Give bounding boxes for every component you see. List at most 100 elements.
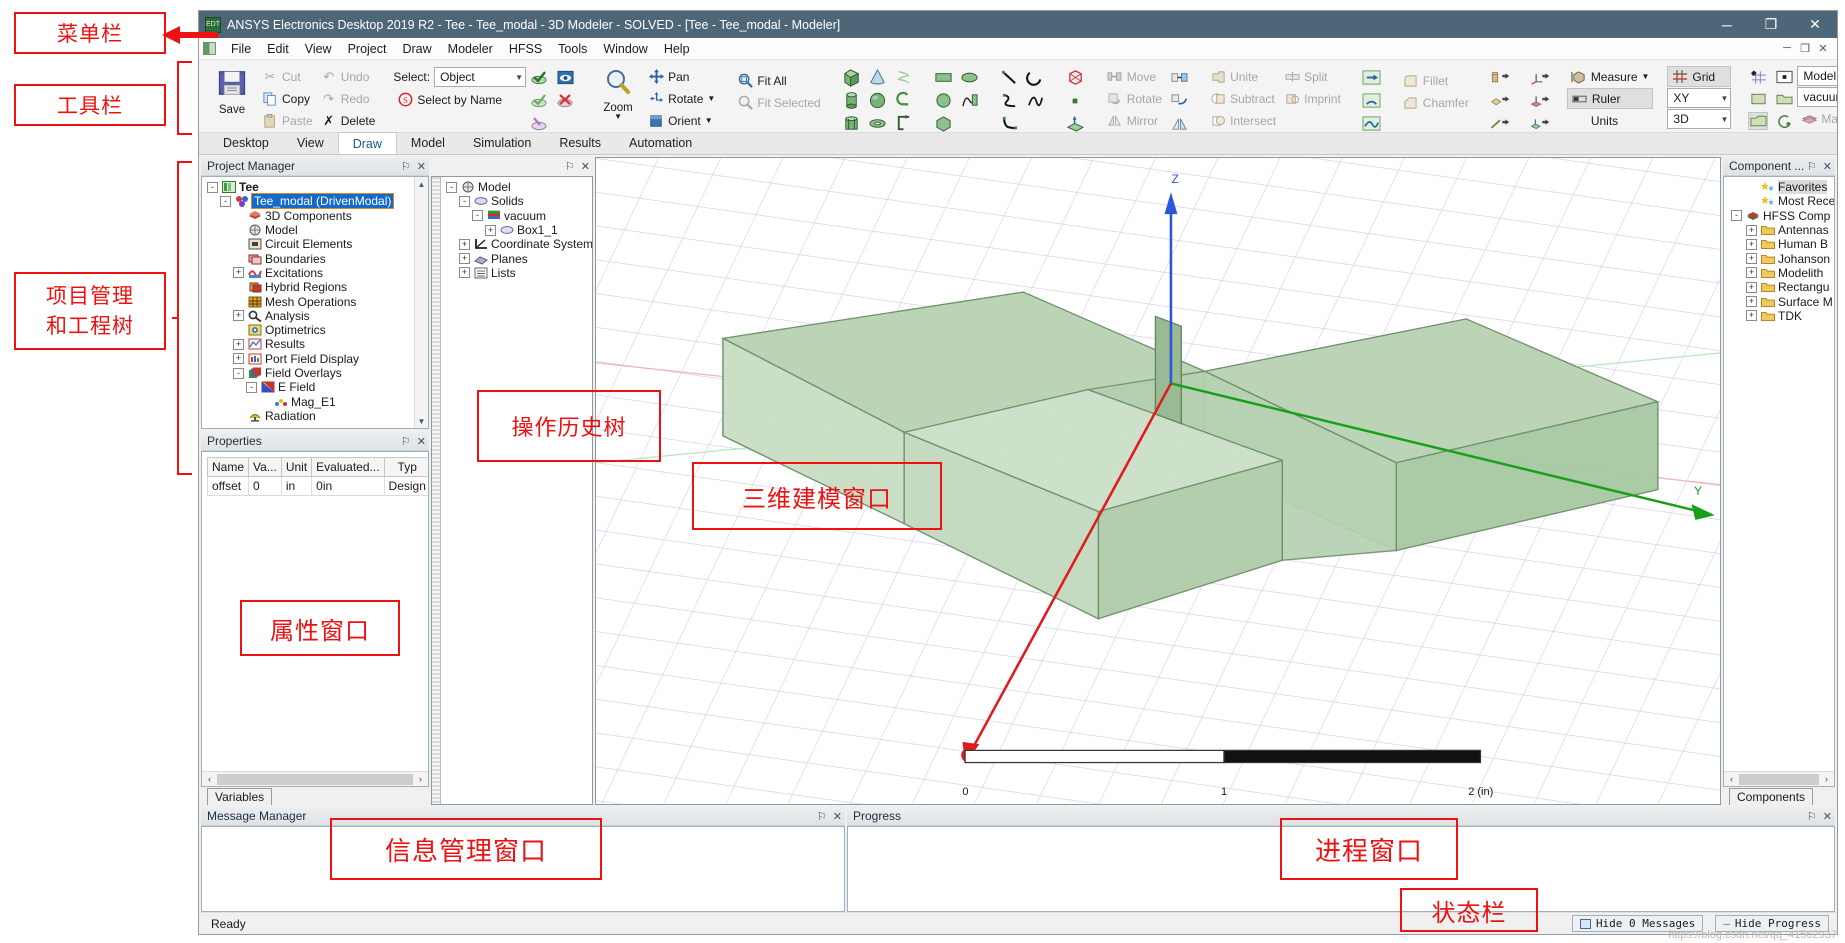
mirror-button[interactable]: Mirror <box>1103 110 1166 131</box>
properties-hscrollbar[interactable]: ‹ › <box>202 771 428 786</box>
collapse-icon[interactable]: - <box>220 196 231 207</box>
spiral-icon[interactable] <box>894 115 914 133</box>
collapse-icon[interactable]: - <box>472 210 483 221</box>
rotate-object-button[interactable]: Rotate <box>1103 88 1166 109</box>
select-mode-combo[interactable]: Object ▼ <box>434 67 526 87</box>
mdi-restore-button[interactable]: ❐ <box>1797 42 1813 55</box>
tree-item-modelith[interactable]: +Modelith <box>1727 266 1834 280</box>
tree-item-human-b[interactable]: +Human B <box>1727 237 1834 251</box>
collapse-icon[interactable]: - <box>446 182 457 193</box>
pin-icon[interactable]: ⚐ <box>401 435 411 448</box>
unite-button[interactable]: Unite <box>1206 66 1280 87</box>
units-button[interactable]: Units <box>1567 110 1654 131</box>
menu-item-edit[interactable]: Edit <box>259 40 297 58</box>
equation-curve-icon[interactable] <box>960 92 980 110</box>
tree-item-coordinate-systems[interactable]: +Coordinate Systems <box>444 237 592 251</box>
sweep-along-vector-icon[interactable] <box>1362 69 1382 87</box>
menu-item-project[interactable]: Project <box>340 40 395 58</box>
menu-item-file[interactable]: File <box>223 40 259 58</box>
pin-icon[interactable]: ⚐ <box>817 810 827 823</box>
thicken-sheet-icon[interactable] <box>1490 69 1510 87</box>
ruler-button[interactable]: Ruler <box>1567 88 1654 109</box>
maximize-button[interactable]: ❐ <box>1749 11 1793 38</box>
show-selection-icon[interactable] <box>555 69 575 87</box>
expand-icon[interactable]: + <box>1746 267 1757 278</box>
close-icon[interactable]: ✕ <box>417 160 426 173</box>
tree-item-analysis[interactable]: +Analysis <box>205 309 428 323</box>
point-dot-icon[interactable] <box>1066 92 1086 110</box>
scroll-right-icon[interactable]: › <box>1820 774 1833 784</box>
chamfer-button[interactable]: Chamfer <box>1399 92 1473 113</box>
regular-polyhedron-icon[interactable] <box>842 115 862 133</box>
point-icon[interactable] <box>1066 69 1086 87</box>
menu-item-draw[interactable]: Draw <box>394 40 439 58</box>
components-hscrollbar[interactable]: ‹ › <box>1724 771 1834 786</box>
rectangle-icon[interactable] <box>934 69 954 87</box>
expand-icon[interactable]: + <box>1746 253 1757 264</box>
sweep-around-axis-icon[interactable] <box>1362 92 1382 110</box>
tab-automation[interactable]: Automation <box>615 132 706 154</box>
fit-selected-button[interactable]: Fit Selected <box>733 92 824 113</box>
pin-icon[interactable]: ⚐ <box>401 160 411 173</box>
model-folder-icon[interactable] <box>1748 112 1768 130</box>
hide-selection-icon[interactable] <box>555 92 575 110</box>
scroll-thumb[interactable] <box>217 774 413 785</box>
material-combo[interactable]: vacuum▼ <box>1797 87 1837 107</box>
tree-item-favorites[interactable]: Favorites <box>1727 180 1834 194</box>
duplicate-around-axis-icon[interactable] <box>1169 92 1189 110</box>
tree-item-field-overlays[interactable]: -Field Overlays <box>205 366 428 380</box>
move-button[interactable]: Move <box>1103 66 1166 87</box>
cell-unit[interactable]: in <box>281 477 311 496</box>
tree-item-most-recen[interactable]: Most Recen <box>1727 194 1834 208</box>
tree-item-circuit-elements[interactable]: Circuit Elements <box>205 237 428 251</box>
zoom-button[interactable]: Zoom ▼ <box>592 64 644 120</box>
scroll-left-icon[interactable]: ‹ <box>1725 774 1738 784</box>
tree-item-e-field[interactable]: -E Field <box>205 380 428 394</box>
expand-icon[interactable]: + <box>1746 239 1757 250</box>
tab-results[interactable]: Results <box>545 132 615 154</box>
delete-button[interactable]: ✗Delete <box>317 110 380 131</box>
tree-item-surface-m[interactable]: +Surface M <box>1727 294 1834 308</box>
tree-item-antennas[interactable]: +Antennas <box>1727 223 1834 237</box>
cut-button[interactable]: ✂Cut <box>258 66 317 87</box>
open-folder-icon[interactable] <box>1774 90 1794 108</box>
tree-item-3d-components[interactable]: 3D Components <box>205 209 428 223</box>
scroll-right-icon[interactable]: › <box>414 774 427 784</box>
paste-button[interactable]: Paste <box>258 110 317 131</box>
scroll-down-icon[interactable]: ▼ <box>418 414 426 428</box>
tree-item-lists[interactable]: +Lists <box>444 266 592 280</box>
tree-item-hfss-comp[interactable]: -HFSS Comp <box>1727 209 1834 223</box>
scroll-thumb[interactable] <box>1739 774 1819 785</box>
grid-plane-combo[interactable]: XY▼ <box>1667 88 1731 108</box>
fillet-button[interactable]: Fillet <box>1399 70 1473 91</box>
face-cs-icon[interactable] <box>1530 115 1550 133</box>
snap-to-grid-icon[interactable] <box>1748 68 1768 86</box>
tree-item-optimetrics[interactable]: Optimetrics <box>205 323 428 337</box>
plane-icon[interactable] <box>1066 115 1086 133</box>
minimize-button[interactable]: ─ <box>1705 11 1749 38</box>
expand-icon[interactable]: + <box>1746 296 1757 307</box>
close-icon[interactable]: ✕ <box>833 810 842 823</box>
section-icon[interactable] <box>1490 115 1510 133</box>
tree-item-vacuum[interactable]: -vacuum <box>444 209 592 223</box>
tab-desktop[interactable]: Desktop <box>209 132 283 154</box>
duplicate-along-line-icon[interactable] <box>1169 69 1189 87</box>
menu-item-tools[interactable]: Tools <box>550 40 595 58</box>
expand-icon[interactable]: + <box>233 339 244 350</box>
collapse-icon[interactable]: - <box>1731 210 1742 221</box>
new-object-icon[interactable] <box>1748 90 1768 108</box>
panel-grip[interactable] <box>432 177 441 804</box>
expand-icon[interactable]: + <box>1746 225 1757 236</box>
fit-all-button[interactable]: Fit All <box>733 70 824 91</box>
scroll-up-icon[interactable]: ▲ <box>418 177 426 191</box>
menu-item-window[interactable]: Window <box>595 40 655 58</box>
project-tree-scrollbar[interactable]: ▲ ▼ <box>414 177 428 428</box>
menu-item-hfss[interactable]: HFSS <box>501 40 550 58</box>
tab-draw[interactable]: Draw <box>338 132 397 154</box>
duplicate-mirror-icon[interactable] <box>1169 115 1189 133</box>
copy-button[interactable]: Copy <box>258 88 317 109</box>
select-all-visible-icon[interactable] <box>529 69 549 87</box>
tree-item-model[interactable]: -Model <box>444 180 592 194</box>
tree-item-model[interactable]: Model <box>205 223 428 237</box>
tree-item-boundaries[interactable]: Boundaries <box>205 251 428 265</box>
